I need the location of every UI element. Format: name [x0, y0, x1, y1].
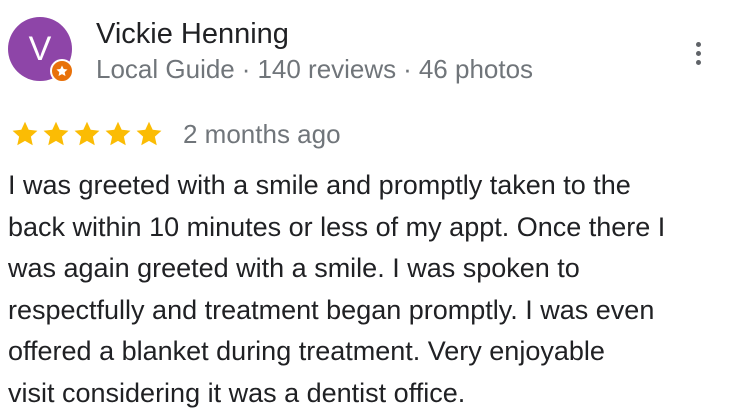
reviewer-name[interactable]: Vickie Henning — [96, 16, 289, 52]
photos-count: 46 photos — [418, 54, 534, 84]
meta-separator: · — [403, 54, 412, 84]
star-rating — [10, 119, 164, 149]
more-vert-icon-dot — [695, 59, 701, 65]
more-options-button[interactable] — [684, 36, 712, 70]
star-filled-icon — [105, 121, 131, 146]
star-filled-icon — [74, 121, 100, 146]
star-filled-icon — [136, 121, 162, 146]
meta-separator: · — [241, 54, 251, 84]
reviewer-level: Local Guide — [96, 54, 235, 84]
reviewer-meta: Local Guide · 140 reviews · 46 photos — [96, 52, 533, 86]
review-text: I was greeted with a smile and promptly … — [8, 170, 666, 408]
local-guide-star-icon — [50, 59, 74, 83]
star-filled-icon — [12, 121, 38, 146]
review-card: V Vickie Henning Local Guide · 140 reviews… — [0, 0, 740, 420]
more-vert-icon — [695, 41, 701, 47]
rating-row: 2 months ago — [10, 116, 341, 152]
reviewer-avatar-container[interactable]: V — [8, 17, 74, 83]
more-vert-icon-dot — [695, 50, 701, 56]
reviews-count: 140 reviews — [257, 54, 397, 84]
review-date: 2 months ago — [183, 118, 341, 149]
star-filled-icon — [43, 121, 69, 146]
